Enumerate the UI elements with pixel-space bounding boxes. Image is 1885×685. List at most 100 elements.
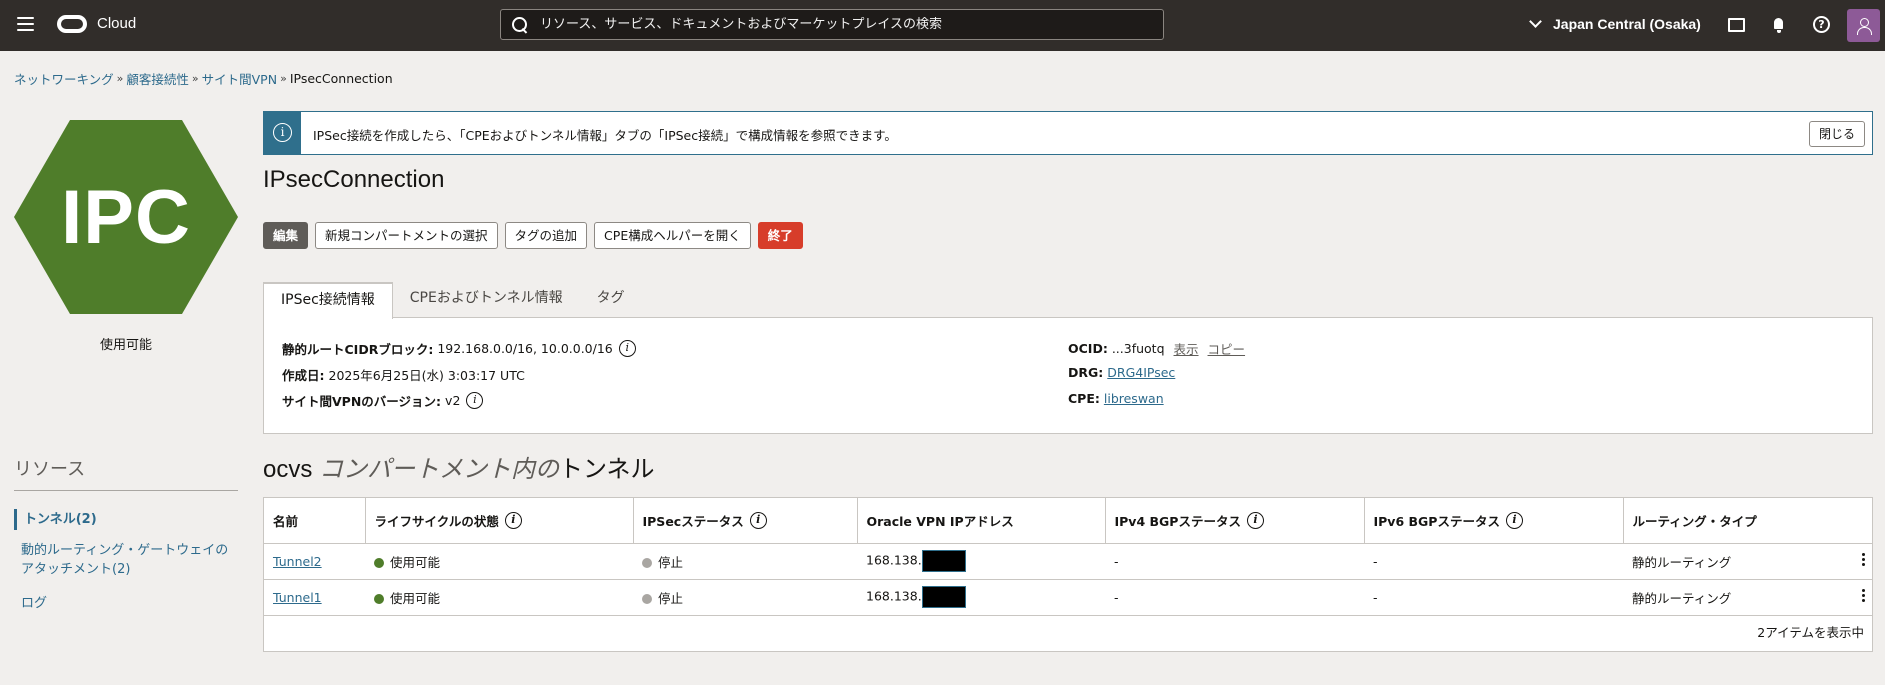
routing-type: 静的ルーティング [1632, 554, 1732, 570]
redacted-block [921, 586, 966, 608]
row-actions-kebab-icon[interactable] [1861, 588, 1865, 603]
region-selector[interactable]: Japan Central (Osaka) [1529, 15, 1701, 32]
vpn-version-label: サイト間VPNのバージョン: [282, 394, 442, 409]
cpe-helper-button[interactable]: CPE構成ヘルパーを開く [594, 222, 751, 249]
cpe-label: CPE: [1068, 391, 1100, 406]
ipv6-bgp-status: - [1364, 543, 1623, 580]
tab-tags[interactable]: タグ [580, 282, 642, 318]
move-compartment-button[interactable]: 新規コンパートメントの選択 [315, 222, 498, 249]
cpe-row: CPE: libreswan [1068, 391, 1164, 406]
ocid-label: OCID: [1068, 341, 1108, 356]
static-routes-row: 静的ルートCIDRブロック: 192.168.0.0/16, 10.0.0.0/… [282, 339, 636, 358]
column-header-ipsec-status[interactable]: IPSecステータス i [633, 498, 858, 544]
ocid-row: OCID: ...3fuotq 表示 コピー [1068, 339, 1245, 358]
column-header-ipv6-bgp[interactable]: IPv6 BGPステータス i [1364, 498, 1624, 544]
info-icon[interactable]: i [1505, 511, 1523, 529]
drg-label: DRG: [1068, 365, 1104, 380]
tab-bar: IPSec接続情報 CPEおよびトンネル情報 タグ [263, 282, 642, 319]
column-header-routing-type[interactable]: ルーティング・タイプ [1623, 498, 1872, 544]
redacted-block [921, 550, 966, 572]
status-dot-down [642, 593, 652, 604]
static-routes-label: 静的ルートCIDRブロック: [282, 342, 434, 357]
help-icon[interactable]: ? [1812, 15, 1832, 35]
resources-item-tunnels[interactable]: トンネル(2) [14, 509, 97, 530]
info-icon[interactable]: i [504, 511, 522, 529]
brand-label[interactable]: Cloud [97, 15, 136, 32]
created-row: 作成日: 2025年6月25日(水) 3:03:17 UTC [282, 365, 525, 384]
banner-icon-box: i [264, 112, 301, 154]
static-routes-value: 192.168.0.0/16, 10.0.0.0/16 [437, 341, 613, 356]
breadcrumb-separator: » [280, 72, 287, 85]
region-label: Japan Central (Osaka) [1553, 16, 1701, 32]
tab-ipsec-info[interactable]: IPSec接続情報 [263, 282, 393, 319]
cpe-link[interactable]: libreswan [1104, 391, 1164, 406]
banner-text: IPSec接続を作成したら、「CPEおよびトンネル情報」タブの「IPSec接続」… [313, 128, 897, 143]
chevron-down-icon [1529, 15, 1542, 28]
edit-button[interactable]: 編集 [263, 222, 309, 249]
drg-link[interactable]: DRG4IPsec [1107, 365, 1175, 380]
info-icon[interactable]: i [1246, 511, 1264, 529]
drg-row: DRG: DRG4IPsec [1068, 365, 1175, 380]
tunnels-table: 名前 ライフサイクルの状態 i IPSecステータス i Oracle VPN IP… [263, 497, 1873, 652]
resources-item-drg-attachments[interactable]: 動的ルーティング・ゲートウェイのアタッチメント(2) [21, 541, 231, 579]
table-header-row: 名前 ライフサイクルの状態 i IPSecステータス i Oracle VPN IP… [264, 498, 1872, 544]
search-box[interactable] [500, 9, 1164, 40]
vpn-version-value: v2 [445, 393, 461, 408]
terminate-button[interactable]: 終了 [757, 222, 803, 249]
ocid-copy-link[interactable]: コピー [1208, 339, 1246, 358]
compartment-text: コンパートメント内の [319, 456, 560, 483]
column-header-lifecycle[interactable]: ライフサイクルの状態 i [365, 498, 634, 544]
tunnel-name-link[interactable]: Tunnel2 [273, 554, 322, 569]
ipv4-bgp-status: - [1105, 579, 1364, 616]
resource-hexagon-label: IPC [61, 174, 191, 260]
tunnels-section-title: ocvs コンパートメント内のトンネル [263, 449, 655, 484]
breadcrumb-separator: » [191, 72, 199, 85]
search-icon [512, 16, 528, 33]
vpn-ip-address: 168.138. [866, 588, 922, 604]
column-header-vpn-ip[interactable]: Oracle VPN IPアドレス [857, 498, 1106, 544]
breadcrumb-site-to-site-vpn[interactable]: サイト間VPN [202, 69, 277, 88]
resource-hexagon-icon: IPC [14, 120, 238, 314]
breadcrumb-current: IPsecConnection [289, 71, 393, 86]
user-avatar[interactable] [1847, 9, 1880, 42]
page-title: IPsecConnection [263, 166, 445, 193]
banner-close-button[interactable]: 閉じる [1808, 121, 1865, 147]
tab-cpe-tunnel-info[interactable]: CPEおよびトンネル情報 [393, 282, 580, 318]
breadcrumb-customer-connectivity[interactable]: 顧客接続性 [126, 69, 189, 88]
created-label: 作成日: [282, 368, 325, 383]
created-value: 2025年6月25日(水) 3:03:17 UTC [328, 368, 525, 383]
ipsec-status: 停止 [658, 590, 684, 606]
table-row: Tunnel2 使用可能 停止 168.138. - - 静的ルーティング [264, 543, 1872, 580]
breadcrumb-networking[interactable]: ネットワーキング [14, 69, 114, 88]
hamburger-menu-icon[interactable] [17, 17, 34, 31]
lifecycle-status: 使用可能 [390, 554, 441, 570]
routing-type: 静的ルーティング [1632, 590, 1732, 606]
tunnel-name-link[interactable]: Tunnel1 [273, 590, 322, 605]
resources-item-logs[interactable]: ログ [21, 592, 47, 611]
breadcrumb: ネットワーキング » 顧客接続性 » サイト間VPN » IPsecConnec… [14, 69, 393, 88]
ocid-show-link[interactable]: 表示 [1174, 339, 1199, 358]
ocid-value: ...3fuotq [1111, 341, 1165, 356]
cloud-shell-icon[interactable] [1725, 15, 1745, 35]
action-toolbar: 編集 新規コンパートメントの選択 タグの追加 CPE構成ヘルパーを開く 終了 [263, 222, 810, 249]
status-dot-available [374, 557, 384, 568]
table-item-count: 2アイテムを表示中 [1757, 625, 1864, 640]
info-icon: i [273, 123, 292, 142]
lifecycle-status: 使用可能 [390, 590, 441, 606]
table-row: Tunnel1 使用可能 停止 168.138. - - 静的ルーティング [264, 579, 1872, 616]
add-tags-button[interactable]: タグの追加 [504, 222, 588, 249]
info-icon[interactable]: i [466, 392, 484, 409]
column-header-name[interactable]: 名前 [264, 498, 366, 544]
resources-divider [14, 490, 238, 491]
info-icon[interactable]: i [749, 511, 767, 529]
row-actions-kebab-icon[interactable] [1861, 552, 1865, 567]
column-header-ipv4-bgp[interactable]: IPv4 BGPステータス i [1105, 498, 1365, 544]
details-panel: 静的ルートCIDRブロック: 192.168.0.0/16, 10.0.0.0/… [263, 317, 1873, 434]
ipsec-status: 停止 [658, 554, 684, 570]
oracle-logo-icon[interactable] [57, 15, 87, 33]
search-input[interactable] [540, 17, 1140, 32]
status-dot-down [642, 557, 652, 568]
info-icon[interactable]: i [618, 340, 636, 357]
vpn-version-row: サイト間VPNのバージョン: v2 i [282, 391, 484, 410]
notification-bell-icon[interactable] [1769, 15, 1789, 35]
